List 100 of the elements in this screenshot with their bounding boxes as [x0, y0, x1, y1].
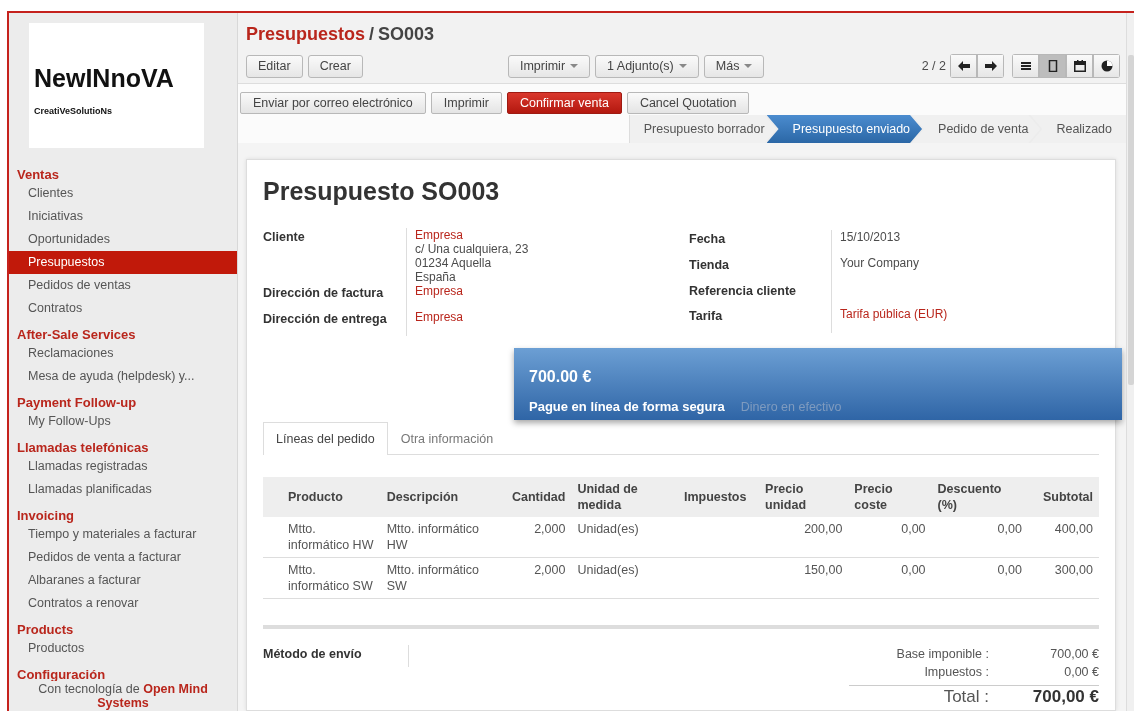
payment-link[interactable]: Pague en línea de forma segura — [529, 397, 725, 417]
field-label: Dirección de factura — [263, 284, 407, 310]
sidebar-item[interactable]: Contratos — [9, 297, 237, 320]
action-button[interactable]: Confirmar venta — [506, 92, 622, 114]
table-cell: Mtto. informático SW — [263, 557, 381, 599]
sidebar-item[interactable]: Contratos a renovar — [9, 592, 237, 615]
sidebar-item[interactable]: Productos — [9, 637, 237, 660]
dropdown-button[interactable]: 1 Adjunto(s) — [595, 54, 699, 78]
column-header[interactable]: Impuestos — [677, 477, 760, 518]
column-header[interactable]: Cantidad — [500, 477, 572, 518]
form-tab[interactable]: Líneas del pedido — [263, 421, 388, 456]
table-cell: Mtto. informático HW — [380, 517, 501, 558]
table-cell: 0,00 — [848, 517, 932, 558]
pie-chart-icon — [1100, 60, 1113, 72]
page-icon — [1046, 60, 1059, 72]
table-cell: 400,00 — [1027, 517, 1099, 558]
scrollbar[interactable] — [1126, 13, 1134, 711]
menu-section-title[interactable]: Llamadas telefónicas — [9, 436, 237, 455]
total-value: 0,00 € — [1063, 664, 1099, 682]
action-button[interactable]: Enviar por correo electrónico — [240, 92, 426, 114]
column-header[interactable]: Precio coste — [848, 477, 932, 518]
column-header[interactable]: Descuento (%) — [931, 477, 1028, 518]
sidebar-item[interactable]: Presupuestos — [9, 251, 237, 274]
sidebar-item[interactable]: Clientes — [9, 182, 237, 205]
sidebar-item[interactable]: Reclamaciones — [9, 342, 237, 365]
table-cell: 2,000 — [500, 517, 572, 558]
caret-icon — [570, 64, 579, 69]
sidebar-item[interactable]: My Follow-Ups — [9, 410, 237, 433]
sidebar-item[interactable]: Iniciativas — [9, 205, 237, 228]
form-title: Presupuesto SO003 — [263, 176, 501, 206]
field-value: Your Company — [840, 255, 919, 270]
sidebar-item[interactable]: Oportunidades — [9, 228, 237, 251]
field-label: Tarifa — [689, 307, 832, 333]
table-cell: Unidad(es) — [571, 517, 678, 558]
table-cell: Mtto. informático SW — [380, 557, 501, 599]
column-header[interactable]: Precio unidad — [759, 477, 849, 518]
form-tab[interactable]: Otra información — [387, 421, 507, 456]
previous-button[interactable] — [950, 54, 977, 78]
sidebar-item[interactable]: Pedidos de ventas — [9, 274, 237, 297]
view-button[interactable] — [1039, 54, 1066, 78]
total-label: Impuestos : — [923, 664, 989, 682]
breadcrumb-link[interactable]: Presupuestos — [246, 24, 366, 44]
dropdown-button[interactable]: Más — [703, 54, 765, 78]
column-header[interactable]: Unidad de medida — [571, 477, 678, 518]
field-link[interactable]: Empresa — [415, 309, 464, 324]
scrollbar-thumb[interactable] — [1128, 55, 1134, 385]
column-header[interactable]: Descripción — [380, 477, 501, 518]
table-cell: Unidad(es) — [571, 557, 678, 599]
table-cell: 150,00 — [759, 557, 849, 599]
pager-text: 2 / 2 — [921, 57, 946, 75]
table-cell: 2,000 — [500, 557, 572, 599]
sidebar-item[interactable]: Albaranes a facturar — [9, 569, 237, 592]
view-button[interactable] — [1012, 54, 1039, 78]
view-button[interactable] — [1093, 54, 1120, 78]
status-stage[interactable]: Realizado — [1030, 115, 1126, 143]
status-stage[interactable]: Presupuesto enviado — [766, 115, 923, 143]
toolbar-button[interactable]: Editar — [246, 54, 303, 78]
lines-icon — [1019, 60, 1032, 72]
sidebar-item[interactable]: Tiempo y materiales a facturar — [9, 523, 237, 546]
status-stage[interactable]: Pedido de venta — [912, 115, 1041, 143]
dropdown-button[interactable]: Imprimir — [507, 54, 591, 78]
calendar-icon — [1073, 60, 1086, 72]
table-cell: 0,00 — [931, 557, 1028, 599]
action-button[interactable]: Imprimir — [430, 92, 502, 114]
field-label: Método de envío — [263, 646, 363, 664]
next-button[interactable] — [977, 54, 1004, 78]
payment-amount: 700.00 € — [529, 367, 593, 387]
field-label: Cliente — [263, 228, 407, 284]
sidebar-item[interactable]: Pedidos de venta a facturar — [9, 546, 237, 569]
toolbar-button[interactable]: Crear — [307, 54, 363, 78]
status-stage[interactable]: Presupuesto borrador — [629, 115, 777, 143]
menu-section-title[interactable]: After-Sale Services — [9, 323, 237, 342]
table-cell: 0,00 — [931, 517, 1028, 558]
menu-section-title[interactable]: Configuración — [9, 663, 237, 681]
arrow-right-icon — [984, 61, 997, 71]
column-header[interactable]: Producto — [263, 477, 381, 518]
sidebar-item[interactable]: Llamadas planificadas — [9, 478, 237, 501]
table-cell: 300,00 — [1027, 557, 1099, 599]
menu-section-title[interactable]: Ventas — [9, 163, 237, 182]
column-header[interactable]: Subtotal — [1027, 477, 1099, 518]
breadcrumb-current: SO003 — [378, 24, 435, 44]
grand-total-value: 700,00 € — [1031, 688, 1099, 707]
sidebar-item[interactable]: Llamadas registradas — [9, 455, 237, 478]
arrow-left-icon — [957, 61, 970, 71]
field-label: Dirección de entrega — [263, 309, 407, 336]
field-link[interactable]: Empresa — [415, 228, 529, 242]
action-button[interactable]: Cancel Quotation — [626, 92, 750, 114]
caret-icon — [744, 64, 753, 69]
total-value: 700,00 € — [1049, 646, 1099, 664]
sidebar-item[interactable]: Mesa de ayuda (helpdesk) y... — [9, 365, 237, 388]
menu-section-title[interactable]: Payment Follow-up — [9, 391, 237, 410]
field-value: España — [415, 270, 457, 284]
field-link[interactable]: Tarifa pública (EUR) — [840, 307, 948, 322]
field-link[interactable]: Empresa — [415, 284, 464, 298]
view-button[interactable] — [1066, 54, 1093, 78]
field-value: 01234 Aquella — [415, 256, 493, 270]
caret-icon — [678, 64, 687, 69]
menu-section-title[interactable]: Products — [9, 618, 237, 637]
menu-section-title[interactable]: Invoicing — [9, 504, 237, 523]
table-cell: 0,00 — [848, 557, 932, 599]
